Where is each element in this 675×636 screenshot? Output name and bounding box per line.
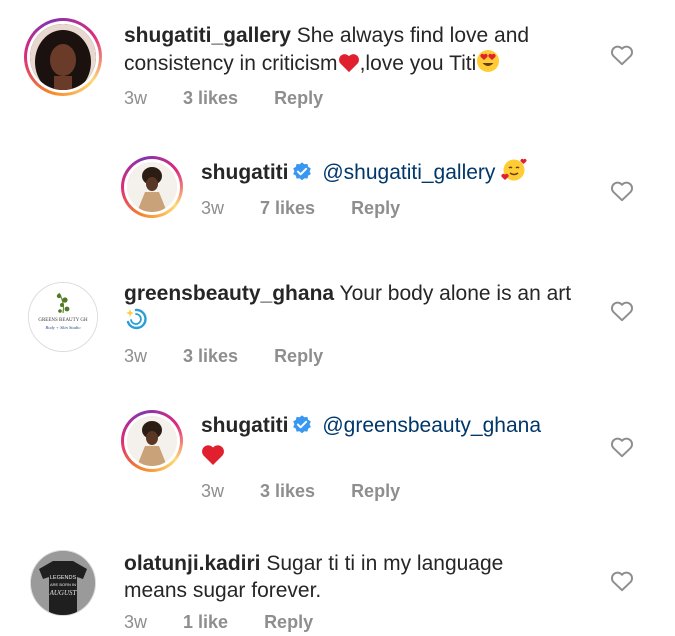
red-heart-emoji <box>338 53 360 80</box>
timestamp: 3w <box>124 612 148 632</box>
profile-photo <box>30 24 96 90</box>
reply-button[interactable]: Reply <box>351 198 400 219</box>
comment-meta: 3w 3 likes Reply <box>201 481 601 502</box>
comment-text: shugatiti @shugatiti_gallery <box>201 158 601 190</box>
likes-count[interactable]: 1 like <box>183 612 228 633</box>
likes-count[interactable]: 7 likes <box>260 198 315 219</box>
reply-button[interactable]: Reply <box>274 88 323 109</box>
comment-text: greensbeauty_ghana Your body alone is an… <box>124 280 594 338</box>
comment-meta: 3w 3 likes Reply <box>124 88 564 109</box>
heart-outline-icon[interactable] <box>609 434 635 460</box>
comment-text: shugatiti_gallery She always find love a… <box>124 22 564 80</box>
username[interactable]: shugatiti_gallery <box>124 24 291 47</box>
heart-outline-icon[interactable] <box>609 298 635 324</box>
avatar[interactable] <box>24 18 102 96</box>
username[interactable]: greensbeauty_ghana <box>124 282 334 305</box>
timestamp: 3w <box>201 198 225 218</box>
greensbeauty-logo: GREENS BEAUTY GH Body + Skin Studio <box>29 283 97 351</box>
avatar[interactable] <box>121 156 183 218</box>
comment-text: shugatiti @greensbeauty_ghana <box>201 412 601 473</box>
reply-button[interactable]: Reply <box>264 612 313 633</box>
dizzy-emoji <box>124 307 148 338</box>
username[interactable]: shugatiti <box>201 414 289 437</box>
verified-badge-icon <box>291 414 313 443</box>
comment-meta: 3w 7 likes Reply <box>201 198 601 219</box>
comment-text: olatunji.kadiri Sugar ti ti in my langua… <box>124 552 504 602</box>
verified-badge-icon <box>291 161 313 190</box>
likes-count[interactable]: 3 likes <box>183 346 238 367</box>
reply-button[interactable]: Reply <box>351 481 400 502</box>
shirt-line-2: ARE BORN IN <box>50 582 76 587</box>
avatar[interactable]: GREENS BEAUTY GH Body + Skin Studio <box>28 282 98 352</box>
profile-photo <box>127 416 177 466</box>
heart-outline-icon[interactable] <box>609 568 635 594</box>
avatar[interactable]: LEGENDS ARE BORN IN AUGUST <box>30 550 96 616</box>
shirt-line-1: LEGENDS <box>50 575 77 581</box>
heart-outline-icon[interactable] <box>609 178 635 204</box>
mention-link[interactable]: @greensbeauty_ghana <box>322 414 541 437</box>
comment-meta: 3w 1 like Reply <box>124 612 564 633</box>
likes-count[interactable]: 3 likes <box>183 88 238 109</box>
logo-line-1: GREENS BEAUTY GH <box>38 318 88 323</box>
timestamp: 3w <box>124 88 148 108</box>
comment-meta: 3w 3 likes Reply <box>124 346 594 367</box>
profile-photo <box>127 162 177 212</box>
timestamp: 3w <box>201 481 225 501</box>
avatar[interactable] <box>121 410 183 472</box>
username[interactable]: shugatiti <box>201 161 289 184</box>
logo-line-2: Body + Skin Studio <box>46 325 82 330</box>
username[interactable]: olatunji.kadiri <box>124 552 261 575</box>
smiling-face-with-hearts-emoji <box>501 158 527 189</box>
mention-link[interactable]: @shugatiti_gallery <box>322 161 495 184</box>
red-heart-emoji <box>201 444 225 473</box>
reply-button[interactable]: Reply <box>274 346 323 367</box>
timestamp: 3w <box>124 346 148 366</box>
heart-outline-icon[interactable] <box>609 42 635 68</box>
shirt-line-3: AUGUST <box>49 589 78 597</box>
heart-eyes-emoji <box>476 49 500 80</box>
profile-photo: LEGENDS ARE BORN IN AUGUST <box>31 551 95 615</box>
likes-count[interactable]: 3 likes <box>260 481 315 502</box>
